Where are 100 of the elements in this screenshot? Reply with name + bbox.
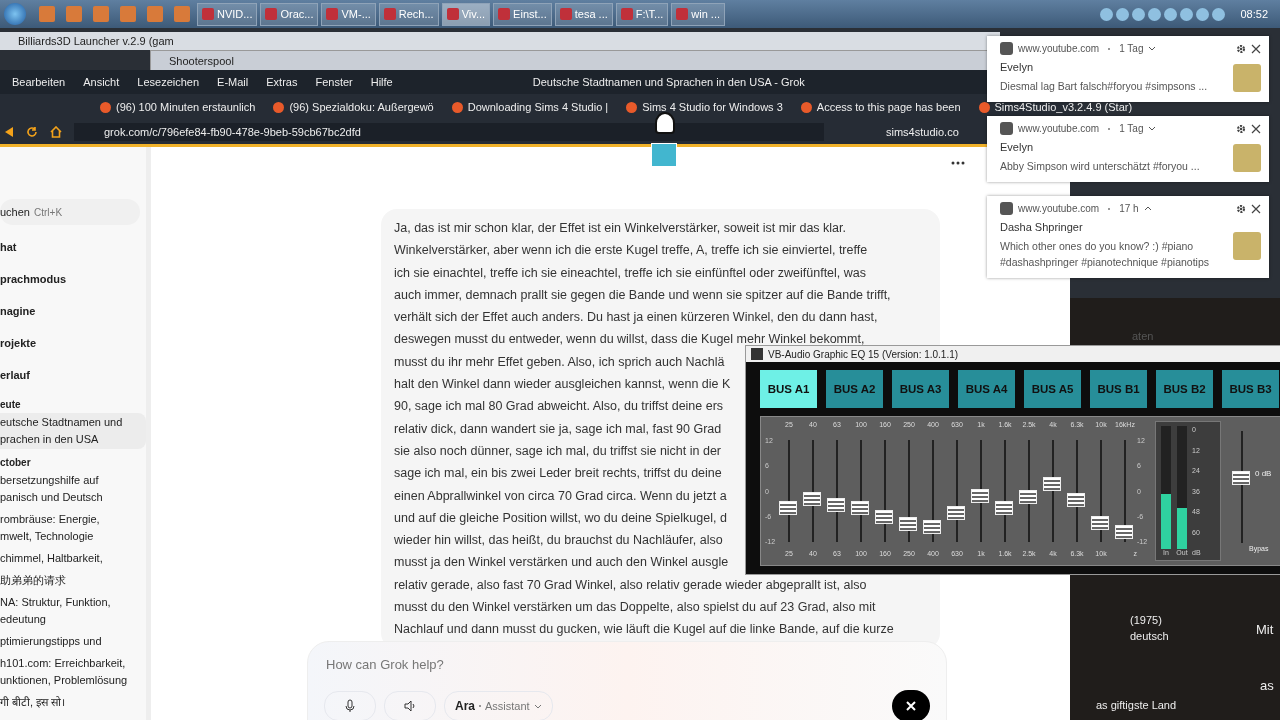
browser-tab[interactable]: Downloading Sims 4 Studio | [451,101,609,113]
notification-time: 17 h [1119,203,1139,214]
history-item[interactable]: eutsche Stadtnamen und prachen in den USA [0,413,146,449]
browser-tab[interactable]: Sims4Studio_v3.2.4.9 (Star) [978,101,1133,113]
menu-item[interactable]: Extras [266,76,298,88]
tray-icon[interactable] [1196,7,1210,21]
taskbar-button[interactable]: Orac... [260,2,319,26]
slider-thumb[interactable] [1115,524,1133,539]
menu-item[interactable]: Bearbeiten [12,76,66,88]
menu-item[interactable]: Hilfe [370,76,393,88]
taskbar-button[interactable]: Einst... [493,2,552,26]
taskbar-button[interactable]: win ... [671,2,725,26]
browser-tab[interactable]: (96) Spezialdoku: Außergewö [273,101,434,113]
address-bar[interactable]: sims4studio.co [886,126,959,138]
bus-button[interactable]: BUS A4 [958,370,1015,408]
notification-text: Which other ones do you know? :) #piano #dashashpringer #pianotechnique #pianotips [1000,239,1210,270]
address-bar[interactable]: grok.com/c/796efe84-fb90-478e-9beb-59cb67bc2dfd [74,123,824,141]
taskbar-button[interactable]: Rech... [378,2,439,26]
thumbnail-placeholder [1233,63,1261,92]
tray-icon[interactable] [1164,7,1178,21]
tray-icon[interactable] [1100,7,1114,21]
sidebar-item[interactable]: rojekte [0,327,146,359]
sidebar-item[interactable]: prachmodus [0,263,146,295]
more-icon[interactable] [951,161,965,165]
menu-item[interactable]: Lesezeichen [137,76,200,88]
notification[interactable]: www.youtube.com 1 Tag Evelyn Abby Simpson wird unterschätzt #foryou ... [987,116,1269,182]
close-icon[interactable] [1251,43,1261,54]
slider-thumb[interactable] [1067,493,1085,508]
message-composer[interactable]: How can Grok help? Ara Assistant [307,641,947,720]
tray-icon[interactable] [1148,7,1162,21]
sidebar-item[interactable]: hat [0,231,146,263]
tray-icon[interactable] [1132,7,1146,21]
slider-thumb[interactable] [923,519,941,534]
reload-icon[interactable] [26,126,38,138]
video-title: as giftigste Land [1096,699,1177,711]
chevron-up-icon[interactable] [1143,206,1152,211]
settings-icon[interactable] [1236,123,1246,134]
sidebar-item[interactable]: nagine [0,295,146,327]
browser-tab[interactable]: Sims 4 Studio for Windows 3 [626,101,783,113]
close-icon [905,700,917,712]
notification[interactable]: www.youtube.com 1 Tag Evelyn Diesmal lag Bart falsch#foryou #simpsons ... [987,36,1269,102]
bus-button[interactable]: BUS A2 [826,370,883,408]
history-item[interactable]: h101.com: Erreichbarkeit, unktionen, Problemlösung [0,654,146,690]
bus-button[interactable]: BUS B1 [1090,370,1147,408]
close-button[interactable] [892,690,930,720]
slider-thumb[interactable] [971,489,989,504]
slider-thumb[interactable] [827,498,845,513]
browser-tab[interactable]: (96) 100 Minuten erstaunlich [100,101,256,113]
message-text: ich sie einachtel, treffe ich sie eineachtel, treffe ich sie einfünftel oder zweifünftel, was [394,264,867,282]
slider-thumb[interactable] [875,509,893,524]
slider-thumb[interactable] [1232,471,1250,486]
history-item[interactable]: 助弟弟的请求 [0,571,146,590]
bus-button[interactable]: BUS A1 [760,370,817,408]
taskbar-button[interactable]: VM-... [321,2,376,26]
search-field[interactable]: uchen Ctrl+K [0,199,140,225]
start-button[interactable] [4,3,26,25]
back-icon[interactable] [4,127,14,137]
slider-thumb[interactable] [1091,515,1109,530]
bus-button[interactable]: BUS B2 [1156,370,1213,408]
chevron-down-icon[interactable] [1148,126,1157,131]
slider-thumb[interactable] [803,492,821,507]
history-item[interactable]: bersetzungshilfe auf panisch und Deutsch [0,471,146,507]
settings-icon[interactable] [1236,43,1246,54]
home-icon[interactable] [50,126,62,138]
taskbar-button[interactable]: F:\T... [615,2,669,26]
history-item[interactable]: ptimierungstipps und [0,632,146,651]
taskbar-button[interactable]: NVID... [197,2,258,26]
bus-button[interactable]: BUS A3 [892,370,949,408]
bus-button[interactable]: BUS A5 [1024,370,1081,408]
slider-thumb[interactable] [947,506,965,521]
browser-tab[interactable]: Access to this page has been [800,101,961,113]
history-item[interactable]: गी बीटी, इस सो। [0,693,146,712]
slider-thumb[interactable] [1043,476,1061,491]
tray-icon[interactable] [1180,7,1194,21]
tray-icon[interactable] [1116,7,1130,21]
slider-thumb[interactable] [851,501,869,516]
slider-thumb[interactable] [779,501,797,516]
history-item[interactable]: NA: Struktur, Funktion, edeutung [0,593,146,629]
microphone-icon [343,699,357,713]
chevron-down-icon[interactable] [1148,46,1157,51]
message-text: Nachlauf und dann musst du gucken, wie läuft die Kugel auf die linke Bande, auf die kurze [394,621,894,639]
bus-button[interactable]: BUS B3 [1222,370,1279,408]
history-item[interactable]: rombräuse: Energie, mwelt, Technologie [0,510,146,546]
menu-item[interactable]: Fenster [315,76,353,88]
history-item[interactable]: chimmel, Haltbarkeit, [0,549,146,568]
menu-item[interactable]: Ansicht [83,76,120,88]
close-icon[interactable] [1251,203,1261,214]
slider-thumb[interactable] [899,516,917,531]
slider-thumb[interactable] [995,501,1013,516]
notification-title: Dasha Shpringer [1000,221,1084,233]
menu-item[interactable]: E-Mail [217,76,249,88]
sidebar-item[interactable]: erlauf [0,359,146,391]
settings-icon[interactable] [1236,203,1246,214]
close-icon[interactable] [1251,123,1261,134]
message-text: verhält sich der Effet auch anders. Du hast ja einen kürzeren Winkel, den du dann hast, [394,309,878,327]
tray-icon[interactable] [1212,7,1226,21]
taskbar-button[interactable]: tesa ... [554,2,613,26]
slider-thumb[interactable] [1019,490,1037,505]
notification[interactable]: www.youtube.com 17 h Dasha Shpringer Which other ones do you know? :) #piano #dashashpringer #pianotechnique #pianotips [987,196,1269,278]
message-text: 90, sage ich mal 80 Grad abweicht. Also, du triffst deine ers [394,398,724,416]
